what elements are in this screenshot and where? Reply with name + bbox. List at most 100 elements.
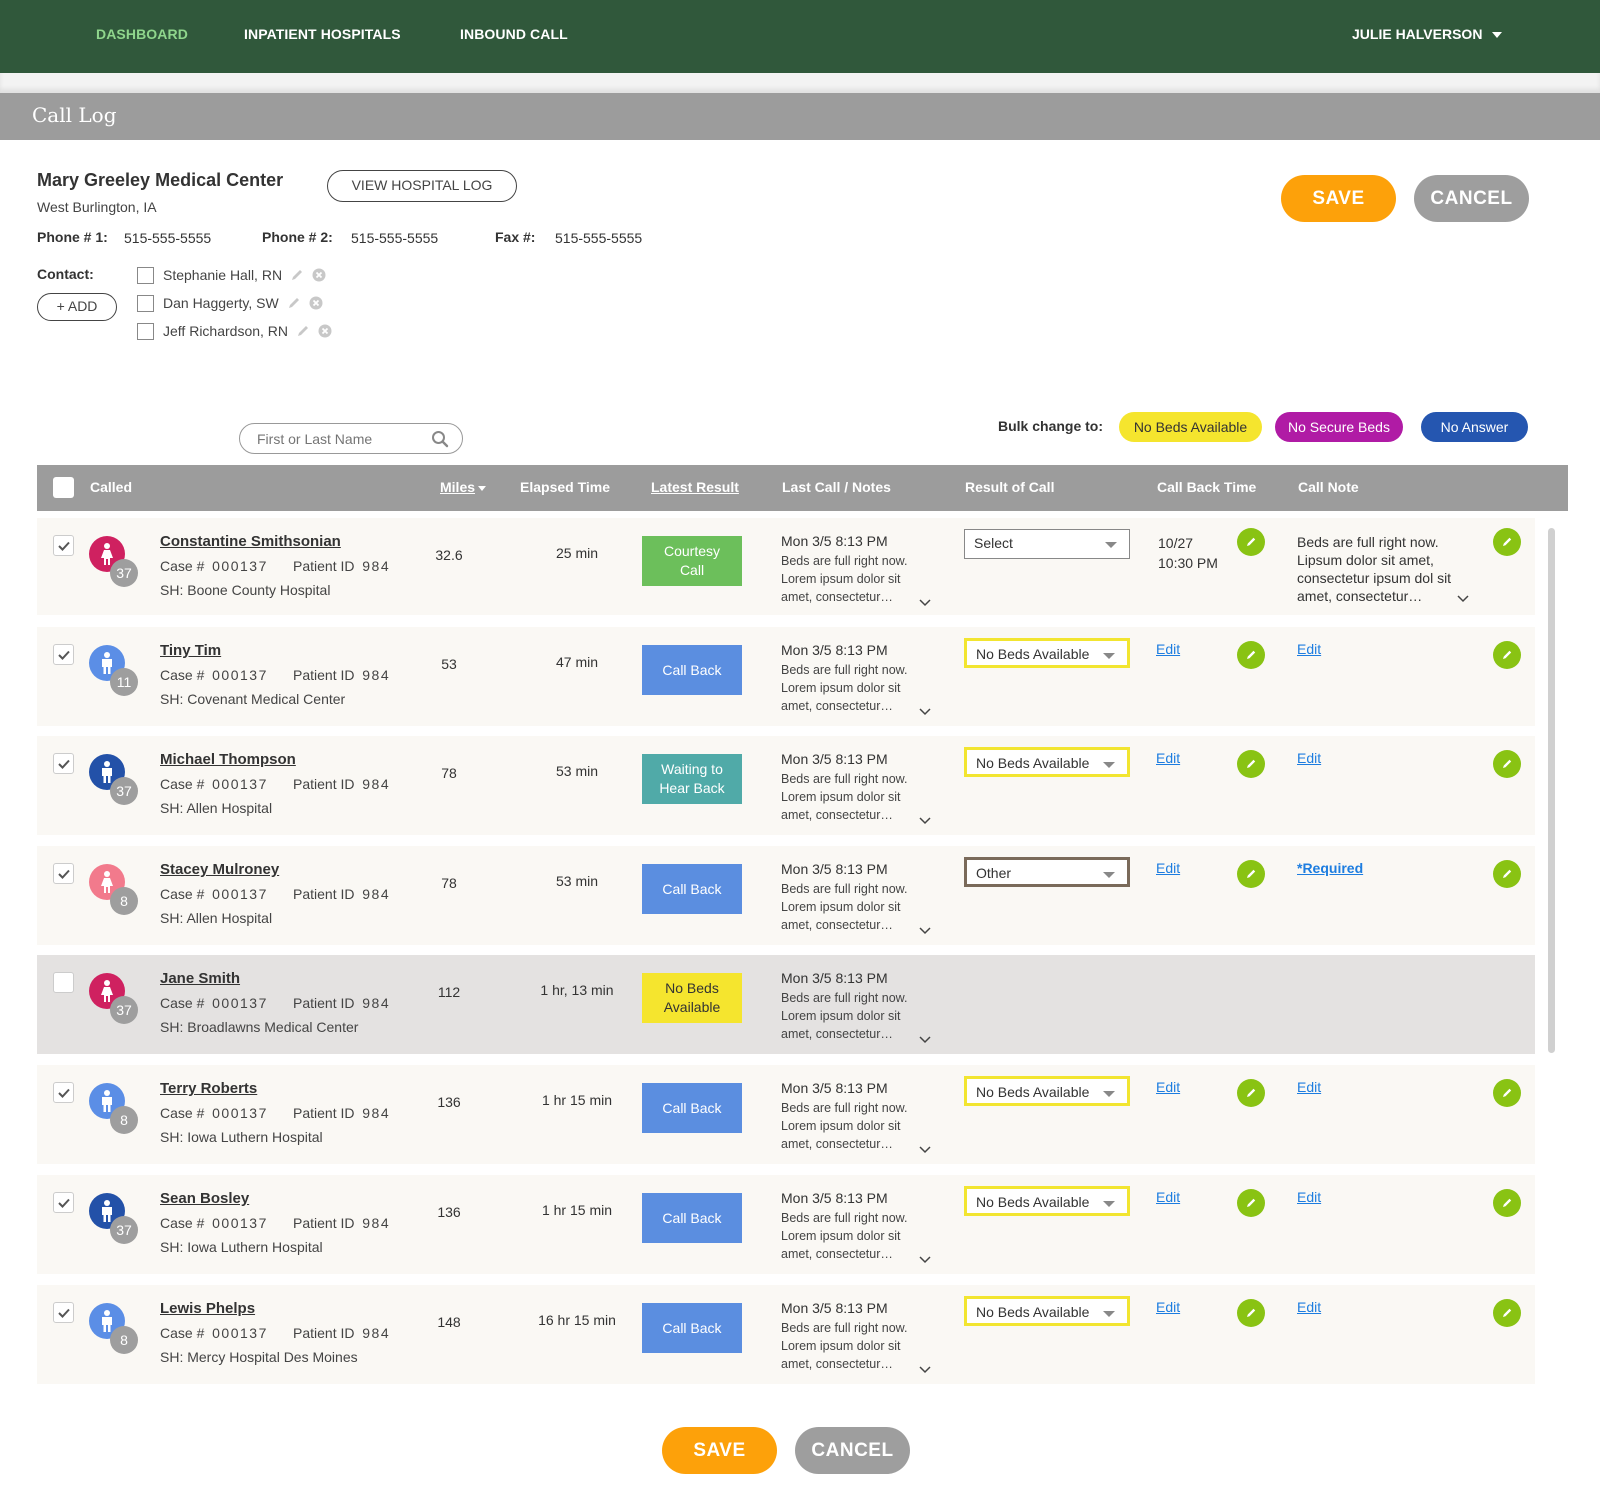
select-value: No Beds Available [976, 646, 1090, 662]
header-latest-result[interactable]: Latest Result [651, 479, 739, 495]
call-note-edit-link[interactable]: Edit [1297, 641, 1321, 657]
nav-inpatient-hospitals[interactable]: INPATIENT HOSPITALS [244, 26, 401, 42]
result-of-call-select[interactable]: No Beds Available [964, 747, 1130, 777]
expand-note-chevron-icon[interactable] [919, 703, 931, 721]
edit-call-back-pencil-icon[interactable] [1237, 860, 1265, 888]
remove-icon[interactable] [309, 296, 323, 310]
call-back-time-edit-link[interactable]: Edit [1156, 641, 1180, 657]
patient-name-link[interactable]: Stacey Mulroney [160, 861, 279, 878]
call-back-time-edit-link[interactable]: Edit [1156, 1189, 1180, 1205]
select-value: No Beds Available [976, 1304, 1090, 1320]
pencil-icon[interactable] [296, 324, 310, 338]
latest-result-badge: Call Back [642, 1083, 742, 1133]
remove-icon[interactable] [318, 324, 332, 338]
bulk-no-secure-beds-button[interactable]: No Secure Beds [1275, 412, 1403, 442]
sub-bar [0, 73, 1600, 93]
contact-name: Jeff Richardson, RN [163, 323, 289, 339]
edit-call-note-pencil-icon[interactable] [1493, 1189, 1521, 1217]
save-button-bottom[interactable]: SAVE [662, 1427, 777, 1474]
nav-inbound-call[interactable]: INBOUND CALL [460, 26, 568, 42]
edit-call-back-pencil-icon[interactable] [1237, 750, 1265, 778]
patient-name-link[interactable]: Terry Roberts [160, 1080, 257, 1097]
expand-note-chevron-icon[interactable] [919, 1361, 931, 1379]
call-back-time-edit-link[interactable]: Edit [1156, 1079, 1180, 1095]
table-scrollbar[interactable] [1548, 528, 1555, 1053]
latest-result-text: Call Back [662, 880, 722, 897]
expand-note-chevron-icon[interactable] [919, 1251, 931, 1269]
last-call-note: Beds are full right now. Lorem ipsum dol… [781, 991, 908, 1041]
expand-note-chevron-icon[interactable] [919, 1141, 931, 1159]
call-note-required-link[interactable]: *Required [1297, 860, 1363, 876]
edit-call-note-pencil-icon[interactable] [1493, 1079, 1521, 1107]
user-menu[interactable]: JULIE HALVERSON [1352, 26, 1503, 42]
result-of-call-select[interactable]: No Beds Available [964, 1296, 1130, 1326]
search-input[interactable] [255, 430, 425, 448]
row-checkbox[interactable] [53, 863, 74, 884]
edit-call-back-pencil-icon[interactable] [1237, 1189, 1265, 1217]
expand-note-chevron-icon[interactable] [919, 594, 931, 612]
row-checkbox[interactable] [53, 1082, 74, 1103]
contact-checkbox[interactable] [137, 266, 154, 284]
search-icon[interactable] [431, 430, 449, 453]
add-contact-button[interactable]: + ADD [37, 293, 117, 321]
row-checkbox[interactable] [53, 1192, 74, 1213]
bulk-no-beds-available-button[interactable]: No Beds Available [1119, 412, 1262, 442]
dropdown-arrow-icon [1103, 762, 1115, 768]
latest-result-text: Call Back [662, 1319, 722, 1336]
result-of-call-select[interactable]: No Beds Available [964, 1076, 1130, 1106]
edit-call-back-pencil-icon[interactable] [1237, 1299, 1265, 1327]
result-of-call-select[interactable]: No Beds Available [964, 1186, 1130, 1216]
age-badge: 37 [110, 777, 138, 805]
header-miles-sort[interactable]: Miles [440, 479, 487, 495]
result-of-call-select[interactable]: Select [964, 529, 1130, 559]
edit-call-back-pencil-icon[interactable] [1237, 641, 1265, 669]
expand-call-note-chevron-icon[interactable] [1457, 590, 1469, 608]
result-of-call-select[interactable]: No Beds Available [964, 638, 1130, 668]
view-hospital-log-button[interactable]: VIEW HOSPITAL LOG [327, 170, 517, 202]
edit-call-note-pencil-icon[interactable] [1493, 1299, 1521, 1327]
select-all-checkbox[interactable] [53, 477, 74, 498]
patient-name-link[interactable]: Jane Smith [160, 970, 240, 987]
edit-call-note-pencil-icon[interactable] [1493, 750, 1521, 778]
patient-name-link[interactable]: Lewis Phelps [160, 1300, 255, 1317]
row-checkbox[interactable] [53, 644, 74, 665]
call-note-edit-link[interactable]: Edit [1297, 1189, 1321, 1205]
patient-name-link[interactable]: Michael Thompson [160, 751, 296, 768]
save-button[interactable]: SAVE [1281, 175, 1396, 222]
pencil-icon[interactable] [290, 268, 304, 282]
expand-note-chevron-icon[interactable] [919, 922, 931, 940]
header-called: Called [90, 479, 133, 495]
row-checkbox[interactable] [53, 1302, 74, 1323]
expand-note-chevron-icon[interactable] [919, 1031, 931, 1049]
patient-name-link[interactable]: Tiny Tim [160, 642, 221, 659]
header-elapsed-time: Elapsed Time [520, 479, 611, 495]
call-note-edit-link[interactable]: Edit [1297, 1079, 1321, 1095]
contact-checkbox[interactable] [137, 294, 154, 312]
expand-note-chevron-icon[interactable] [919, 812, 931, 830]
patient-name-link[interactable]: Sean Bosley [160, 1190, 249, 1207]
cancel-button-bottom[interactable]: CANCEL [795, 1427, 910, 1474]
call-back-time-edit-link[interactable]: Edit [1156, 1299, 1180, 1315]
edit-call-back-pencil-icon[interactable] [1237, 1079, 1265, 1107]
call-note-edit-link[interactable]: Edit [1297, 750, 1321, 766]
patient-id-label: Patient ID [293, 776, 355, 792]
edit-call-note-pencil-icon[interactable] [1493, 641, 1521, 669]
bulk-no-answer-button[interactable]: No Answer [1421, 412, 1528, 442]
edit-call-note-pencil-icon[interactable] [1493, 528, 1521, 556]
pencil-icon[interactable] [287, 296, 301, 310]
patient-name-link[interactable]: Constantine Smithsonian [160, 533, 341, 550]
call-back-time-edit-link[interactable]: Edit [1156, 750, 1180, 766]
row-checkbox[interactable] [53, 972, 74, 993]
row-checkbox[interactable] [53, 753, 74, 774]
call-back-time-edit-link[interactable]: Edit [1156, 860, 1180, 876]
row-checkbox[interactable] [53, 535, 74, 556]
result-of-call-select[interactable]: Other [964, 857, 1130, 887]
nav-dashboard[interactable]: DASHBOARD [96, 26, 188, 42]
remove-icon[interactable] [312, 268, 326, 282]
edit-call-back-pencil-icon[interactable] [1237, 528, 1265, 556]
contact-checkbox[interactable] [137, 322, 154, 340]
case-number: Case # 000137 [160, 995, 268, 1011]
cancel-button[interactable]: CANCEL [1414, 175, 1529, 222]
call-note-edit-link[interactable]: Edit [1297, 1299, 1321, 1315]
edit-call-note-pencil-icon[interactable] [1493, 860, 1521, 888]
